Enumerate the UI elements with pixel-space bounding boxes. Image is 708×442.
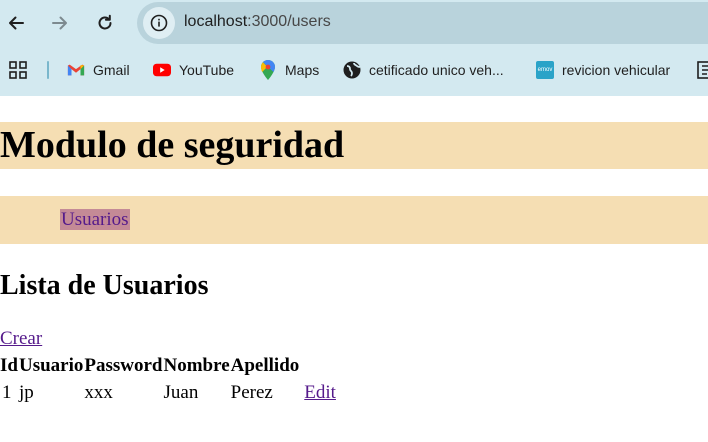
site-info-button[interactable] [143, 7, 175, 39]
forward-button[interactable] [44, 7, 76, 39]
bookmark-label: revicion vehicular [562, 62, 671, 78]
reload-icon [98, 14, 112, 30]
page-title: Modulo de seguridad [0, 124, 345, 166]
emov-badge-text: emov [537, 67, 553, 73]
bookmarks-bar: Gmail YouTube Maps cetificado unico veh.… [0, 46, 708, 96]
bookmark-label: YouTube [179, 62, 235, 78]
column-header-actions [300, 354, 336, 379]
cell-apellido: Perez [230, 382, 273, 403]
bookmark-overflow[interactable] [697, 60, 708, 80]
nav-link-usuarios[interactable]: Usuarios [60, 209, 130, 230]
table-row: 1 jp xxx Juan Perez Edit [0, 379, 336, 406]
url-host: localhost [184, 13, 248, 30]
bookmark-revicion[interactable]: emov revicion vehicular [536, 60, 670, 80]
cell-id: 1 [2, 382, 12, 403]
bookmark-label: Gmail [93, 62, 130, 78]
column-header-nombre: Nombre [163, 355, 230, 376]
bookmark-youtube[interactable]: YouTube [153, 60, 234, 80]
bookmark-maps[interactable]: Maps [259, 60, 319, 80]
users-table: Id Usuario Password Nombre Apellido 1 jp… [0, 354, 336, 406]
table-header-row: Id Usuario Password Nombre Apellido [0, 354, 336, 379]
edit-link[interactable]: Edit [304, 382, 336, 403]
url-text[interactable]: localhost:3000/users [184, 13, 331, 31]
gmail-icon [67, 61, 85, 79]
bookmark-icon [697, 61, 708, 79]
cell-usuario: jp [18, 382, 34, 403]
back-button[interactable] [0, 7, 32, 39]
column-header-apellido: Apellido [230, 355, 300, 376]
info-icon [150, 14, 168, 32]
address-bar[interactable]: localhost:3000/users [137, 2, 708, 44]
bookmarks-separator [47, 61, 49, 79]
header-band: Modulo de seguridad [0, 122, 708, 169]
apps-button[interactable] [9, 60, 27, 80]
bookmark-label: cetificado unico veh... [369, 62, 504, 78]
maps-pin-icon [259, 60, 277, 80]
bookmark-gmail[interactable]: Gmail [67, 60, 130, 80]
emov-icon: emov [536, 61, 554, 79]
apps-grid-icon [9, 61, 27, 79]
cell-actions: Edit [300, 379, 336, 406]
browser-toolbar: localhost:3000/users [0, 0, 708, 46]
forward-arrow-icon [52, 16, 67, 30]
globe-icon [343, 61, 361, 79]
reload-button[interactable] [89, 7, 121, 39]
column-header-password: Password [84, 355, 163, 376]
cell-nombre: Juan [163, 382, 199, 403]
column-header-id: Id [0, 355, 18, 376]
bookmark-certificado[interactable]: cetificado unico veh... [343, 60, 504, 80]
section-title: Lista de Usuarios [0, 270, 209, 301]
browser-chrome: localhost:3000/users Gmail YouTube Maps … [0, 0, 708, 96]
bookmark-label: Maps [285, 62, 320, 78]
url-path: :3000/users [247, 13, 331, 30]
column-header-usuario: Usuario [18, 355, 84, 376]
back-arrow-icon [9, 16, 24, 30]
create-link[interactable]: Crear [0, 328, 42, 350]
nav-band: Usuarios [0, 196, 708, 244]
cell-password: xxx [84, 382, 113, 403]
page-content: Modulo de seguridad Usuarios Lista de Us… [0, 96, 708, 442]
youtube-icon [153, 61, 171, 79]
